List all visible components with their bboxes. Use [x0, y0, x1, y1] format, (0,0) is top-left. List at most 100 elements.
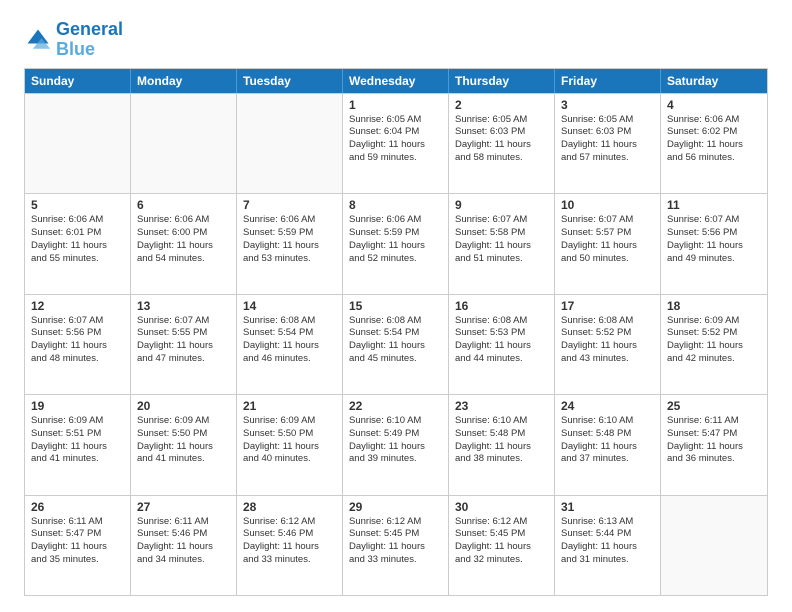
- day-cell-31: 31Sunrise: 6:13 AMSunset: 5:44 PMDayligh…: [555, 496, 661, 595]
- day-cell-2: 2Sunrise: 6:05 AMSunset: 6:03 PMDaylight…: [449, 94, 555, 193]
- cell-line: and 31 minutes.: [561, 554, 654, 567]
- cell-line: Daylight: 11 hours: [31, 240, 124, 253]
- cell-line: Sunrise: 6:06 AM: [137, 214, 230, 227]
- day-cell-22: 22 Sunrise: 6:10 AMSunset: 5:49 PMDayligh…: [343, 395, 449, 494]
- day-cell-5: 5Sunrise: 6:06 AMSunset: 6:01 PMDaylight…: [25, 194, 131, 293]
- day-number: 17: [561, 299, 654, 313]
- header-day-thursday: Thursday: [449, 69, 555, 93]
- day-number: 18: [667, 299, 761, 313]
- day-cell-16: 16Sunrise: 6:08 AMSunset: 5:53 PMDayligh…: [449, 295, 555, 394]
- calendar-row-1: 5Sunrise: 6:06 AMSunset: 6:01 PMDaylight…: [25, 193, 767, 293]
- cell-line: Sunrise: 6:10 AM: [349, 415, 442, 428]
- cell-line: and 54 minutes.: [137, 253, 230, 266]
- cell-line: Sunset: 5:47 PM: [31, 528, 124, 541]
- cell-line: Sunrise: 6:07 AM: [561, 214, 654, 227]
- calendar: SundayMondayTuesdayWednesdayThursdayFrid…: [24, 68, 768, 596]
- day-number: 27: [137, 500, 230, 514]
- day-number: 16: [455, 299, 548, 313]
- cell-line: Sunrise: 6:10 AM: [561, 415, 654, 428]
- day-number: 30: [455, 500, 548, 514]
- cell-line: and 55 minutes.: [31, 253, 124, 266]
- cell-line: Daylight: 11 hours: [561, 541, 654, 554]
- calendar-body: 1Sunrise: 6:05 AMSunset: 6:04 PMDaylight…: [25, 93, 767, 595]
- cell-line: Sunrise: 6:08 AM: [455, 315, 548, 328]
- cell-line: and 59 minutes.: [349, 152, 442, 165]
- cell-line: Daylight: 11 hours: [349, 441, 442, 454]
- cell-line: Daylight: 11 hours: [667, 240, 761, 253]
- cell-line: and 47 minutes.: [137, 353, 230, 366]
- cell-line: Sunset: 6:02 PM: [667, 126, 761, 139]
- cell-line: Daylight: 11 hours: [137, 441, 230, 454]
- cell-line: and 57 minutes.: [561, 152, 654, 165]
- header-day-wednesday: Wednesday: [343, 69, 449, 93]
- cell-line: Daylight: 11 hours: [137, 240, 230, 253]
- cell-line: Sunset: 5:45 PM: [349, 528, 442, 541]
- cell-line: Sunset: 6:03 PM: [561, 126, 654, 139]
- cell-line: Daylight: 11 hours: [455, 240, 548, 253]
- cell-line: Sunset: 5:56 PM: [667, 227, 761, 240]
- day-number: 3: [561, 98, 654, 112]
- day-cell-8: 8Sunrise: 6:06 AMSunset: 5:59 PMDaylight…: [343, 194, 449, 293]
- cell-line: and 33 minutes.: [349, 554, 442, 567]
- cell-line: and 49 minutes.: [667, 253, 761, 266]
- header-day-sunday: Sunday: [25, 69, 131, 93]
- cell-line: Sunset: 5:58 PM: [455, 227, 548, 240]
- calendar-row-3: 19Sunrise: 6:09 AMSunset: 5:51 PMDayligh…: [25, 394, 767, 494]
- cell-line: Sunset: 5:46 PM: [243, 528, 336, 541]
- cell-line: Sunset: 5:48 PM: [455, 428, 548, 441]
- day-number: 22: [349, 399, 442, 413]
- cell-line: Sunset: 5:59 PM: [243, 227, 336, 240]
- cell-line: and 51 minutes.: [455, 253, 548, 266]
- cell-line: and 41 minutes.: [31, 453, 124, 466]
- cell-line: Daylight: 11 hours: [349, 240, 442, 253]
- day-number: 9: [455, 198, 548, 212]
- day-cell-12: 12Sunrise: 6:07 AMSunset: 5:56 PMDayligh…: [25, 295, 131, 394]
- cell-line: Daylight: 11 hours: [455, 441, 548, 454]
- cell-line: and 41 minutes.: [137, 453, 230, 466]
- empty-cell-4-6: [661, 496, 767, 595]
- empty-cell-0-2: [237, 94, 343, 193]
- cell-line: Sunrise: 6:05 AM: [561, 114, 654, 127]
- cell-line: and 56 minutes.: [667, 152, 761, 165]
- cell-line: Sunrise: 6:08 AM: [561, 315, 654, 328]
- day-cell-1: 1Sunrise: 6:05 AMSunset: 6:04 PMDaylight…: [343, 94, 449, 193]
- cell-line: Daylight: 11 hours: [243, 340, 336, 353]
- cell-line: Sunrise: 6:10 AM: [455, 415, 548, 428]
- day-cell-14: 14Sunrise: 6:08 AMSunset: 5:54 PMDayligh…: [237, 295, 343, 394]
- calendar-header: SundayMondayTuesdayWednesdayThursdayFrid…: [25, 69, 767, 93]
- cell-line: Sunset: 5:55 PM: [137, 327, 230, 340]
- day-number: 20: [137, 399, 230, 413]
- day-cell-30: 30Sunrise: 6:12 AMSunset: 5:45 PMDayligh…: [449, 496, 555, 595]
- cell-line: Sunset: 5:49 PM: [349, 428, 442, 441]
- day-number: 1: [349, 98, 442, 112]
- day-cell-26: 26Sunrise: 6:11 AMSunset: 5:47 PMDayligh…: [25, 496, 131, 595]
- day-cell-15: 15Sunrise: 6:08 AMSunset: 5:54 PMDayligh…: [343, 295, 449, 394]
- cell-line: and 34 minutes.: [137, 554, 230, 567]
- cell-line: Sunrise: 6:13 AM: [561, 516, 654, 529]
- cell-line: Daylight: 11 hours: [31, 340, 124, 353]
- cell-line: Sunrise: 6:11 AM: [667, 415, 761, 428]
- cell-line: Daylight: 11 hours: [243, 441, 336, 454]
- empty-cell-0-0: [25, 94, 131, 193]
- day-cell-11: 11Sunrise: 6:07 AMSunset: 5:56 PMDayligh…: [661, 194, 767, 293]
- cell-line: Sunrise: 6:09 AM: [137, 415, 230, 428]
- day-cell-9: 9Sunrise: 6:07 AMSunset: 5:58 PMDaylight…: [449, 194, 555, 293]
- day-number: 6: [137, 198, 230, 212]
- cell-line: Sunrise: 6:06 AM: [243, 214, 336, 227]
- logo: General Blue: [24, 20, 123, 60]
- cell-line: Sunset: 5:50 PM: [243, 428, 336, 441]
- day-cell-19: 19Sunrise: 6:09 AMSunset: 5:51 PMDayligh…: [25, 395, 131, 494]
- cell-line: Sunset: 5:52 PM: [561, 327, 654, 340]
- day-number: 10: [561, 198, 654, 212]
- day-cell-20: 20Sunrise: 6:09 AMSunset: 5:50 PMDayligh…: [131, 395, 237, 494]
- calendar-row-0: 1Sunrise: 6:05 AMSunset: 6:04 PMDaylight…: [25, 93, 767, 193]
- day-cell-18: 18Sunrise: 6:09 AMSunset: 5:52 PMDayligh…: [661, 295, 767, 394]
- day-number: 28: [243, 500, 336, 514]
- cell-line: Daylight: 11 hours: [561, 340, 654, 353]
- cell-line: and 48 minutes.: [31, 353, 124, 366]
- day-cell-17: 17 Sunrise: 6:08 AMSunset: 5:52 PMDayligh…: [555, 295, 661, 394]
- cell-line: Daylight: 11 hours: [349, 541, 442, 554]
- cell-line: Daylight: 11 hours: [667, 340, 761, 353]
- cell-line: and 46 minutes.: [243, 353, 336, 366]
- day-number: 13: [137, 299, 230, 313]
